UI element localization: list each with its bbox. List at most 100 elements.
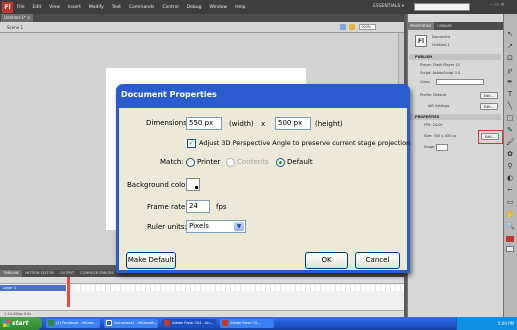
transform-tool-icon[interactable]: ⊡ [506, 54, 514, 62]
menu-text[interactable]: Text [112, 5, 121, 10]
zoom-select[interactable]: 100% [359, 24, 376, 30]
taskbar-item-label: Document1 - Microsoft... [114, 321, 158, 325]
bone-tool-icon[interactable]: ⚲ [506, 162, 514, 170]
browser-icon [48, 320, 54, 326]
edit-scene-icon[interactable] [340, 24, 346, 30]
flash-icon [164, 320, 170, 326]
deco-tool-icon[interactable]: ✿ [506, 150, 514, 158]
dimensions-label: Dimensions: [146, 119, 190, 127]
menu-commands[interactable]: Commands [129, 5, 154, 10]
tab-timeline[interactable]: TIMELINE [0, 270, 23, 277]
highlight-box [478, 130, 503, 144]
cancel-button[interactable]: Cancel [355, 252, 400, 269]
profile-edit-button[interactable]: Edit... [480, 92, 498, 99]
selection-tool-icon[interactable]: ↖ [506, 30, 514, 38]
edit-symbols-icon[interactable] [349, 24, 355, 30]
subselection-tool-icon[interactable]: ↗ [506, 42, 514, 50]
timeline-footer: 1 24.00fps 0.0s [0, 310, 404, 317]
taskbar-item-label: Adobe Flash CS4 - Un... [172, 321, 213, 325]
width-input[interactable]: 550 px [186, 117, 222, 130]
publish-section-header[interactable]: PUBLISH [409, 54, 501, 60]
tab-properties[interactable]: PROPERTIES [407, 22, 435, 30]
stage-color-label: Stage: [424, 145, 436, 149]
height-input[interactable]: 500 px [275, 117, 311, 130]
fill-color-swatch[interactable] [506, 246, 514, 252]
menu-window[interactable]: Window [209, 5, 227, 10]
help-search-input[interactable] [414, 3, 470, 11]
stage-color-swatch[interactable] [436, 144, 448, 151]
flash-icon [222, 320, 228, 326]
doc-type-label: Document [432, 35, 451, 39]
window-controls[interactable]: – ▭ ✕ [490, 2, 505, 8]
document-tab[interactable]: Untitled-1* ✕ [1, 14, 34, 22]
menu-control[interactable]: Control [162, 5, 178, 10]
match-printer-radio[interactable] [186, 158, 195, 167]
match-printer-label: Printer [197, 158, 221, 166]
ok-button[interactable]: OK [305, 252, 348, 269]
brush-tool-icon[interactable]: 🖌 [506, 138, 515, 146]
rectangle-tool-icon[interactable]: □ [506, 114, 514, 122]
text-tool-icon[interactable]: T [506, 90, 514, 98]
tab-library[interactable]: LIBRARY [434, 22, 454, 30]
menu-modify[interactable]: Modify [89, 5, 104, 10]
menu-debug[interactable]: Debug [187, 5, 202, 10]
workspace-switcher[interactable]: ESSENTIALS ▾ [373, 2, 404, 12]
zoom-tool-icon[interactable]: 🔍 [506, 222, 515, 230]
frame-track[interactable] [66, 285, 404, 291]
class-field[interactable] [436, 79, 484, 85]
frame-rate-label: Frame rate: [147, 203, 188, 211]
dimension-separator: x [261, 120, 266, 128]
script-version: Script: ActionScript 3.0 [420, 71, 461, 75]
match-default-radio[interactable] [276, 158, 285, 167]
match-contents-radio [226, 158, 235, 167]
layer-row[interactable]: Layer 1 [0, 285, 66, 291]
tab-compiler-errors[interactable]: COMPILER ERRORS [77, 270, 117, 277]
background-color-label: Background color: [127, 181, 191, 189]
menu-edit[interactable]: Edit [33, 5, 42, 10]
height-label: (height) [315, 120, 343, 128]
air-edit-button[interactable]: Edit... [480, 103, 498, 110]
class-label: Class: [420, 80, 431, 84]
air-settings-label: AIR Settings [428, 104, 450, 108]
taskbar-item[interactable]: Adobe Flash CS4 - Un... [162, 319, 216, 328]
menu-view[interactable]: View [49, 5, 60, 10]
paint-bucket-tool-icon[interactable]: ◐ [506, 174, 514, 182]
taskbar-item[interactable]: Adobe Flash CS... [220, 319, 274, 328]
ruler-units-select[interactable]: Pixels ▼ [186, 220, 246, 233]
doc-name-label: Untitled-1 [432, 43, 450, 47]
fps-value[interactable]: FPS: 24.00 [424, 123, 443, 128]
stroke-color-swatch[interactable] [506, 236, 514, 242]
match-default-label: Default [287, 158, 313, 166]
stage-size: Size: 550 x 400 px [424, 134, 457, 138]
system-tray: 5:00 PM [456, 317, 517, 330]
pen-tool-icon[interactable]: ✒ [506, 78, 514, 86]
timeline-header [0, 277, 404, 284]
chevron-down-icon[interactable]: ▼ [234, 222, 244, 231]
tab-motion-editor[interactable]: MOTION EDITOR [22, 270, 57, 277]
menu-help[interactable]: Help [235, 5, 245, 10]
document-tab-bar [0, 14, 404, 22]
frame-rate-input[interactable]: 24 [186, 200, 210, 213]
properties-section-header[interactable]: PROPERTIES [409, 114, 501, 120]
line-tool-icon[interactable]: ╲ [506, 102, 514, 110]
menu-file[interactable]: File [17, 5, 25, 10]
scene-label[interactable]: Scene 1 [7, 24, 23, 31]
ruler-units-label: Ruler units: [147, 223, 187, 231]
tab-output[interactable]: OUTPUT [57, 270, 77, 277]
eraser-tool-icon[interactable]: ▭ [506, 198, 514, 206]
background-color-swatch[interactable] [186, 178, 200, 191]
ruler-units-value: Pixels [189, 222, 209, 230]
menu-insert[interactable]: Insert [68, 5, 81, 10]
make-default-button[interactable]: Make Default [126, 252, 176, 269]
hand-tool-icon[interactable]: ✋ [506, 210, 515, 218]
clock: 5:00 PM [497, 321, 514, 326]
eyedropper-tool-icon[interactable]: ⌐ [506, 186, 514, 194]
adjust-3d-label: Adjust 3D Perspective Angle to preserve … [199, 139, 411, 147]
taskbar-item[interactable]: (2) Facebook - Micros... [46, 319, 100, 328]
taskbar-item[interactable]: Document1 - Microsoft... [104, 319, 158, 328]
adjust-3d-checkbox[interactable]: ✓ [187, 139, 196, 148]
playhead[interactable] [67, 277, 70, 307]
lasso-tool-icon[interactable]: ℘ [506, 66, 514, 74]
pencil-tool-icon[interactable]: ✎ [506, 126, 514, 134]
taskbar-item-label: Adobe Flash CS... [230, 321, 261, 325]
